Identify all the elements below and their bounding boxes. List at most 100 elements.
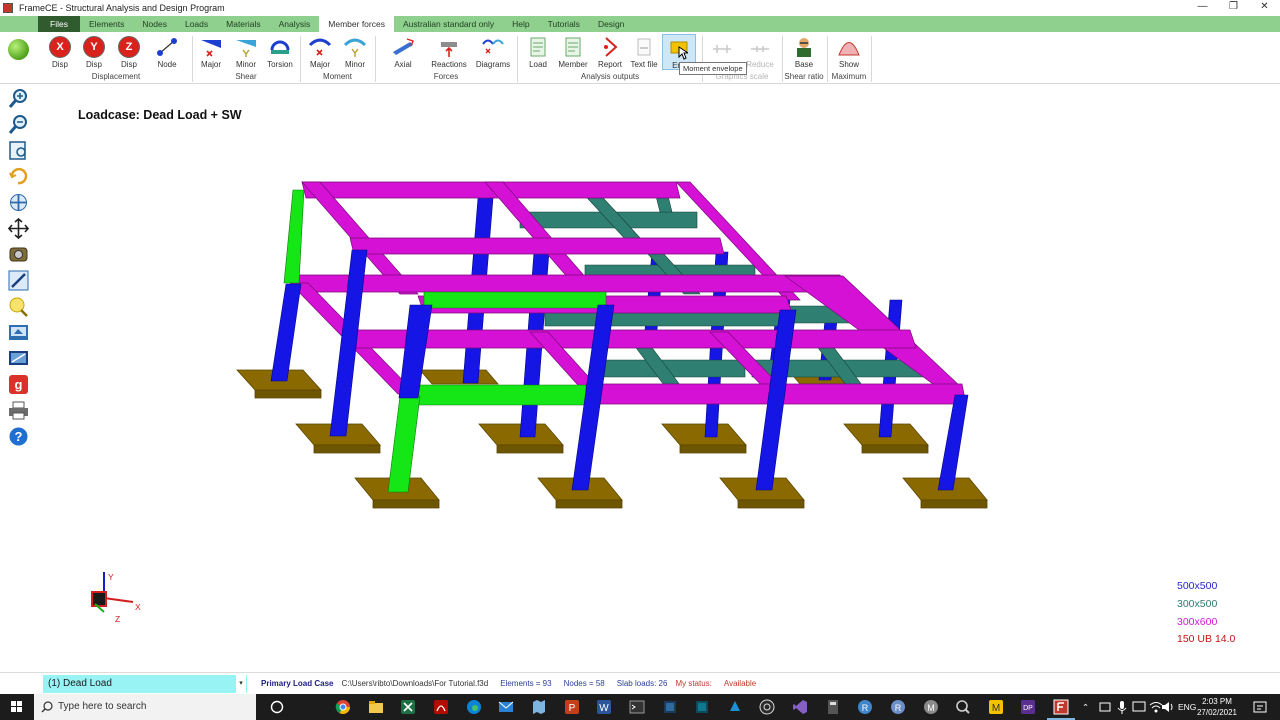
tab-loads[interactable]: Loads bbox=[176, 16, 217, 32]
structure-model[interactable]: Y X Z bbox=[38, 85, 1280, 672]
word-icon[interactable]: W bbox=[596, 699, 612, 715]
z-disp-icon: Z bbox=[118, 36, 140, 58]
calculator-icon[interactable] bbox=[825, 699, 841, 715]
tray-volume-icon[interactable] bbox=[1160, 699, 1176, 715]
obs-icon[interactable] bbox=[727, 699, 743, 715]
zoom-in-icon[interactable] bbox=[8, 88, 29, 109]
edge-icon[interactable] bbox=[466, 699, 482, 715]
tray-clock[interactable]: 2:03 PM 27/02/2021 bbox=[1190, 696, 1244, 718]
taskbar-search-input[interactable]: Type here to search bbox=[34, 694, 256, 720]
light-icon[interactable] bbox=[8, 296, 29, 317]
tab-materials[interactable]: Materials bbox=[217, 16, 269, 32]
tab-files[interactable]: Files bbox=[38, 16, 80, 32]
reactions-button[interactable]: Reactions bbox=[431, 34, 467, 70]
r-icon[interactable]: R bbox=[857, 699, 873, 715]
diagrams-button[interactable]: Diagrams bbox=[476, 34, 510, 70]
teams-icon[interactable] bbox=[694, 699, 710, 715]
reactions-icon bbox=[441, 42, 457, 57]
print-icon[interactable] bbox=[8, 400, 29, 421]
notifications-icon[interactable] bbox=[1252, 699, 1268, 715]
tab-member-forces[interactable]: Member forces bbox=[319, 16, 394, 32]
excel-icon[interactable] bbox=[400, 699, 416, 715]
nodes-count: Nodes = 58 bbox=[563, 679, 605, 688]
text-file-button[interactable]: Text file bbox=[627, 34, 661, 70]
show-maximum-button[interactable]: Show bbox=[832, 34, 866, 70]
shear-minor-icon bbox=[236, 40, 256, 57]
tray-mic-icon[interactable] bbox=[1114, 699, 1130, 715]
member-output-button[interactable]: Member bbox=[556, 34, 590, 70]
loadcase-select[interactable]: (1) Dead Load ▾ bbox=[43, 674, 247, 693]
x-disp-icon: X bbox=[49, 36, 71, 58]
vs-code-icon[interactable] bbox=[792, 699, 808, 715]
m-icon[interactable]: M bbox=[988, 699, 1004, 715]
tab-nodes[interactable]: Nodes bbox=[133, 16, 176, 32]
tray-display-icon[interactable] bbox=[1131, 699, 1147, 715]
view3d-icon[interactable] bbox=[8, 322, 29, 343]
status-ball-icon[interactable] bbox=[8, 39, 29, 60]
app-icon[interactable] bbox=[662, 699, 678, 715]
axial-icon bbox=[393, 38, 414, 55]
settings-icon[interactable] bbox=[8, 244, 29, 265]
svg-text:DP: DP bbox=[1023, 705, 1033, 712]
status-bar: (1) Dead Load ▾ Primary Load Case C:\Use… bbox=[0, 672, 1280, 694]
torsion-button[interactable]: Torsion bbox=[263, 34, 297, 70]
tray-chevron-icon[interactable]: ⌃ bbox=[1082, 694, 1089, 720]
screen-icon[interactable] bbox=[8, 348, 29, 369]
search-app-icon[interactable] bbox=[955, 699, 971, 715]
group-separator bbox=[375, 36, 376, 82]
maps-icon[interactable] bbox=[531, 699, 547, 715]
zoom-out-icon[interactable] bbox=[8, 114, 29, 135]
ribbon: X Disp Y Disp Z Disp Node Displacement M… bbox=[0, 32, 1280, 84]
terminal-icon[interactable] bbox=[629, 699, 645, 715]
google-icon[interactable]: g bbox=[8, 374, 29, 395]
frame-icon[interactable] bbox=[1053, 699, 1069, 715]
left-toolbar: g ? bbox=[0, 85, 38, 672]
tab-tutorials[interactable]: Tutorials bbox=[539, 16, 589, 32]
zoom-window-icon[interactable] bbox=[8, 140, 29, 161]
member-output-icon bbox=[565, 37, 581, 57]
help-icon[interactable]: ? bbox=[8, 426, 29, 447]
tab-analysis[interactable]: Analysis bbox=[270, 16, 320, 32]
group-analysis-outputs: Analysis outputs bbox=[580, 72, 640, 81]
base-label: Base bbox=[794, 60, 814, 69]
reduce-button[interactable]: Reduce bbox=[743, 34, 777, 70]
windows-start-icon[interactable] bbox=[0, 694, 34, 720]
disp-z-button[interactable]: Z Disp bbox=[112, 34, 146, 70]
base-button[interactable]: Base bbox=[787, 34, 821, 70]
chevron-down-icon[interactable]: ▾ bbox=[236, 674, 246, 693]
moment-minor-button[interactable]: Minor bbox=[338, 34, 372, 70]
axis-y-label: Y bbox=[108, 572, 114, 582]
pan-icon[interactable] bbox=[8, 192, 29, 213]
svg-text:R: R bbox=[862, 703, 869, 713]
rotate-icon[interactable] bbox=[8, 166, 29, 187]
tab-help[interactable]: Help bbox=[503, 16, 538, 32]
mail-icon[interactable] bbox=[498, 699, 514, 715]
model-canvas[interactable]: Loadcase: Dead Load + SW Y X Z 500x500 3… bbox=[38, 85, 1280, 672]
close-window-button[interactable]: ✕ bbox=[1249, 0, 1280, 16]
restore-button[interactable]: ❐ bbox=[1218, 0, 1249, 16]
visual-studio-icon[interactable] bbox=[759, 699, 775, 715]
tab-design[interactable]: Design bbox=[589, 16, 633, 32]
powerpoint-icon[interactable]: P bbox=[564, 699, 580, 715]
window-controls: — ❐ ✕ bbox=[1187, 0, 1280, 16]
text-file-icon bbox=[637, 38, 651, 56]
tab-elements[interactable]: Elements bbox=[80, 16, 133, 32]
file-explorer-icon[interactable] bbox=[368, 699, 384, 715]
diagrams-label: Diagrams bbox=[475, 60, 511, 69]
r-icon-2[interactable]: R bbox=[890, 699, 906, 715]
minimize-button[interactable]: — bbox=[1187, 0, 1218, 16]
axial-button[interactable]: Axial bbox=[386, 34, 420, 70]
acrobat-icon[interactable] bbox=[433, 699, 449, 715]
gimp-icon[interactable]: DP bbox=[1020, 699, 1036, 715]
pan-arrows-icon[interactable] bbox=[8, 218, 29, 239]
group-separator bbox=[702, 36, 703, 82]
svg-text:W: W bbox=[599, 703, 609, 714]
draw-icon[interactable] bbox=[8, 270, 29, 291]
disp-node-button[interactable]: Node bbox=[150, 34, 184, 70]
pdf-icon[interactable]: M bbox=[923, 699, 939, 715]
task-view-icon[interactable] bbox=[269, 699, 285, 715]
tab-australian-standard[interactable]: Australian standard only bbox=[394, 16, 503, 32]
tray-network-icon[interactable] bbox=[1097, 699, 1113, 715]
taskbar-search-placeholder: Type here to search bbox=[58, 701, 147, 712]
chrome-icon[interactable] bbox=[335, 699, 351, 715]
